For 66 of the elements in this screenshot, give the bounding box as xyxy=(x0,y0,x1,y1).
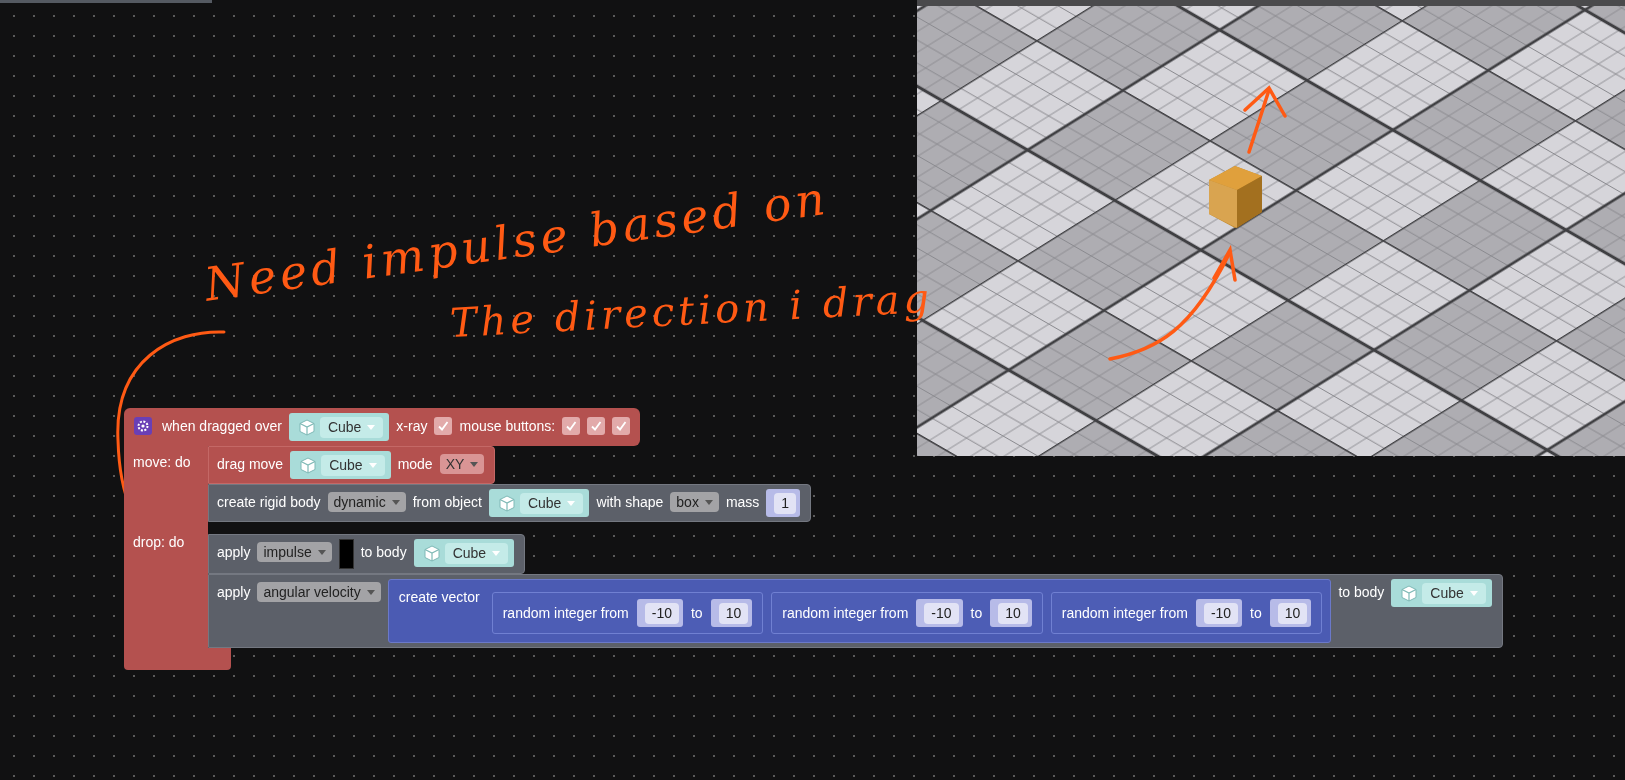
object-dropdown[interactable]: Cube xyxy=(319,416,384,438)
block-label: when dragged over xyxy=(162,417,282,436)
cube-icon xyxy=(423,544,440,562)
block-label: random integer from xyxy=(1061,604,1188,623)
block-label: mass xyxy=(725,493,760,512)
block-label: random integer from xyxy=(782,604,909,623)
block-label: create rigid body xyxy=(217,493,321,512)
check-icon xyxy=(437,420,450,432)
block-label: to body xyxy=(1338,583,1385,602)
number-field[interactable]: -10 xyxy=(644,602,679,624)
caret-icon xyxy=(391,499,400,505)
object-dropdown[interactable]: Cube xyxy=(1422,582,1486,604)
dropdown[interactable]: dynamic xyxy=(327,492,406,512)
dropdown[interactable]: XY xyxy=(439,454,485,474)
number-field[interactable]: 10 xyxy=(718,602,749,624)
block-label: apply xyxy=(217,543,251,562)
checkbox[interactable] xyxy=(562,417,581,435)
block-label: x-ray xyxy=(396,417,428,436)
dropdown[interactable]: impulse xyxy=(257,542,332,562)
block-label: drag move xyxy=(217,455,284,474)
block-label: to xyxy=(970,604,983,623)
block-label: with shape xyxy=(596,493,664,512)
number-field[interactable]: 1 xyxy=(774,492,797,514)
section-label: move: do xyxy=(133,454,191,470)
block-label: apply xyxy=(217,583,251,602)
cube-icon xyxy=(498,494,515,512)
caret-icon xyxy=(704,499,713,505)
caret-icon xyxy=(317,549,326,555)
caret-icon xyxy=(367,424,376,430)
dropdown[interactable]: box xyxy=(670,492,719,512)
caret-icon xyxy=(492,550,501,556)
number-field[interactable]: 10 xyxy=(998,602,1028,624)
section-label: drop: do xyxy=(133,534,185,550)
number-field[interactable]: 10 xyxy=(1277,602,1308,624)
block-label: to body xyxy=(360,543,407,562)
object-dropdown[interactable]: Cube xyxy=(444,542,509,564)
caret-icon xyxy=(368,462,377,468)
check-icon xyxy=(590,420,603,432)
caret-icon xyxy=(470,461,479,467)
caret-icon xyxy=(1469,590,1478,596)
block-label: create vector xyxy=(398,588,480,607)
caret-icon xyxy=(366,589,375,595)
check-icon xyxy=(565,420,578,432)
checkbox[interactable] xyxy=(612,417,631,435)
number-field[interactable]: -10 xyxy=(924,602,959,624)
checkbox[interactable] xyxy=(434,417,453,435)
cube-icon xyxy=(300,456,317,474)
empty-input-slot[interactable] xyxy=(338,539,354,569)
check-icon xyxy=(615,420,628,432)
handwritten-note: The direction i drag xyxy=(448,274,935,346)
object-dropdown[interactable]: Cube xyxy=(519,492,584,514)
gear-icon xyxy=(134,417,152,435)
block-label: to xyxy=(691,604,703,623)
caret-icon xyxy=(567,500,576,506)
object-dropdown[interactable]: Cube xyxy=(321,454,385,476)
number-field[interactable]: -10 xyxy=(1203,602,1239,624)
checkbox[interactable] xyxy=(587,417,606,435)
block-label: from object xyxy=(412,493,482,512)
cube-drawing xyxy=(1209,166,1262,228)
dropdown[interactable]: angular velocity xyxy=(257,582,381,602)
block-label: random integer from xyxy=(502,604,629,623)
cube-icon xyxy=(298,418,315,436)
block-label: to xyxy=(1250,604,1262,623)
cube-icon xyxy=(1401,584,1418,602)
block-label: mode xyxy=(397,455,433,474)
block-label: mouse buttons: xyxy=(459,417,556,436)
